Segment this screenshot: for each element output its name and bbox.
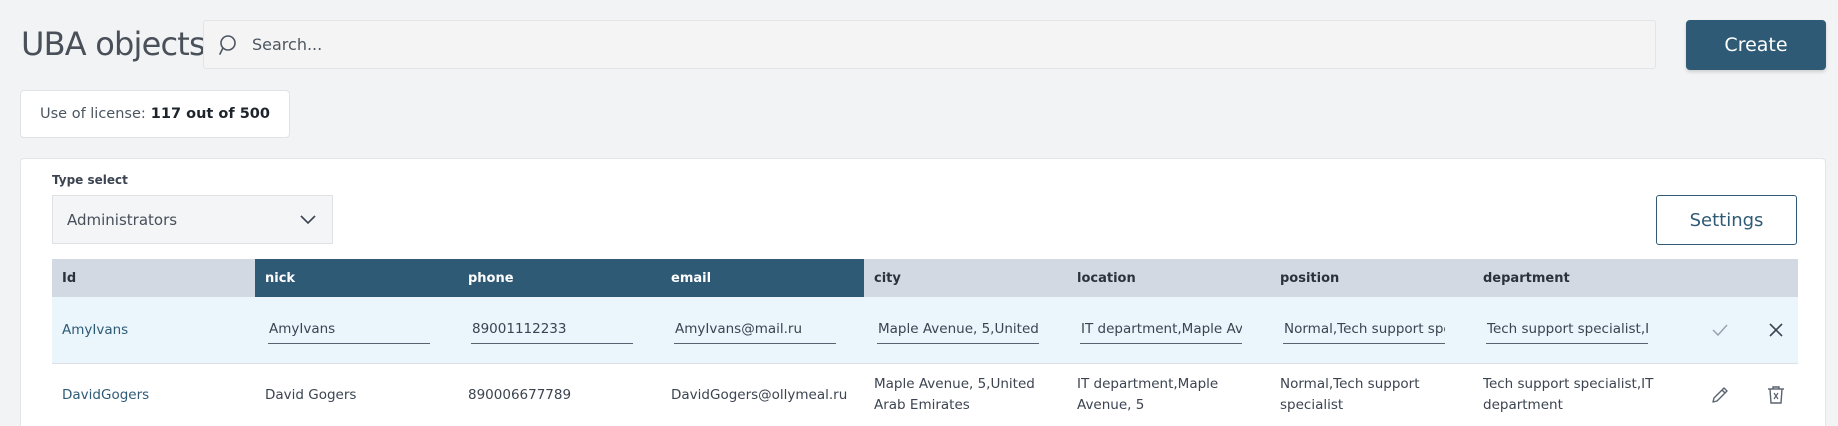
create-button[interactable]: Create	[1686, 20, 1826, 70]
cell-id[interactable]: DavidGogers	[52, 385, 255, 406]
cell-city: Maple Avenue, 5,United Arab Emirates	[874, 376, 1035, 413]
location-input[interactable]: IT department,Maple Avenue, 5	[1080, 317, 1242, 344]
pencil-icon[interactable]	[1710, 385, 1730, 405]
position-input[interactable]: Normal,Tech support specialist	[1283, 317, 1445, 344]
column-header-department[interactable]: department	[1473, 259, 1798, 297]
column-header-city[interactable]: city	[864, 259, 1067, 297]
table-row-editing: AmyIvans AmyIvans 89001112233 AmyIvans@m…	[52, 297, 1798, 363]
type-select-dropdown[interactable]: Administrators	[52, 195, 333, 244]
table-header: Id nick phone email city location positi…	[52, 259, 1798, 297]
phone-input[interactable]: 89001112233	[471, 317, 633, 344]
search-icon	[218, 33, 242, 57]
cell-location: IT department,Maple Avenue, 5	[1077, 376, 1219, 413]
column-header-email[interactable]: email	[661, 259, 864, 297]
cell-phone: 890006677789	[468, 386, 572, 403]
table-row[interactable]: DavidGogers David Gogers 890006677789 Da…	[52, 364, 1798, 426]
search-bar[interactable]	[203, 20, 1656, 69]
cell-email: DavidGogers@ollymeal.ru	[671, 386, 848, 403]
trash-icon[interactable]	[1766, 385, 1786, 405]
search-input[interactable]	[252, 35, 1655, 54]
column-header-position[interactable]: position	[1270, 259, 1473, 297]
city-input[interactable]: Maple Avenue, 5,United Arab Emirates	[877, 317, 1039, 344]
type-select-value: Administrators	[67, 210, 178, 229]
cell-nick: David Gogers	[265, 386, 357, 403]
page-title: UBA objects	[21, 25, 206, 63]
cell-position: Normal,Tech support specialist	[1280, 376, 1420, 413]
cell-department: Tech support specialist,IT department	[1483, 376, 1654, 413]
cell-id: AmyIvans	[62, 321, 129, 338]
type-select-label: Type select	[52, 173, 128, 187]
email-input[interactable]: AmyIvans@mail.ru	[674, 317, 836, 344]
license-usage: Use of license: 117 out of 500	[20, 90, 290, 138]
objects-table: Id nick phone email city location positi…	[52, 259, 1798, 426]
column-header-phone[interactable]: phone	[458, 259, 661, 297]
chevron-down-icon	[300, 211, 316, 229]
department-input[interactable]: Tech support specialist,IT department	[1486, 317, 1648, 344]
license-label: Use of license:	[40, 106, 146, 122]
close-icon[interactable]	[1766, 320, 1786, 340]
check-icon[interactable]	[1710, 320, 1730, 340]
nick-input[interactable]: AmyIvans	[268, 317, 430, 344]
license-value: 117 out of 500	[150, 106, 270, 122]
column-header-id[interactable]: Id	[52, 259, 255, 297]
column-header-location[interactable]: location	[1067, 259, 1270, 297]
objects-panel: Type select Administrators Settings Id n…	[20, 158, 1826, 426]
column-header-nick[interactable]: nick	[255, 259, 458, 297]
settings-button[interactable]: Settings	[1656, 195, 1797, 245]
